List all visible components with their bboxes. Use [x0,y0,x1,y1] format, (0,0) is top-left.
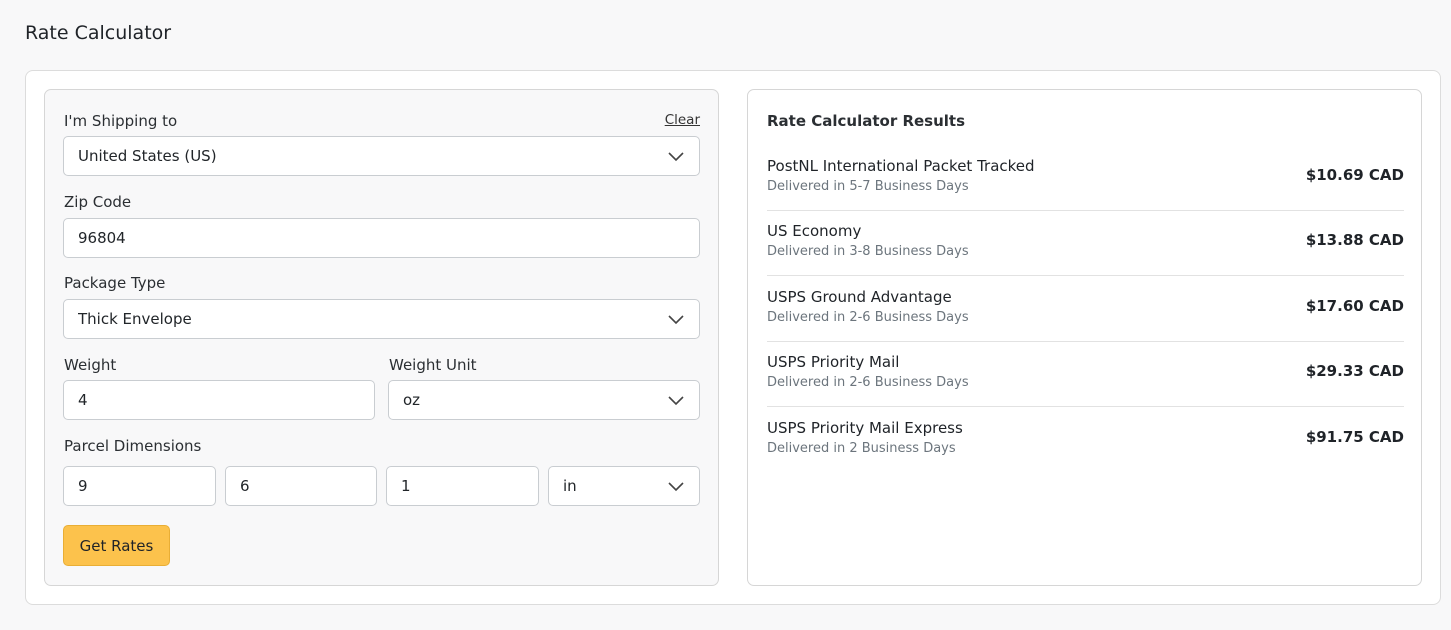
results-panel: Rate Calculator Results PostNL Internati… [747,89,1422,586]
weight-input-value: 4 [78,391,88,409]
clear-link[interactable]: Clear [665,112,700,128]
chevron-down-icon [668,315,684,325]
chevron-down-icon [668,482,684,492]
rate-price: $17.60 CAD [1305,297,1404,315]
country-select-value: United States (US) [78,147,217,165]
rate-form: I'm Shipping to Clear United States (US)… [44,89,719,586]
height-input-value: 1 [401,477,411,495]
get-rates-button[interactable]: Get Rates [63,525,170,566]
package-type-label: Package Type [64,274,166,292]
rate-row: USPS Priority Mail Express Delivered in … [767,408,1404,473]
rate-name: US Economy [767,222,862,240]
height-input[interactable]: 1 [386,466,539,506]
chevron-down-icon [668,152,684,162]
rate-delivery: Delivered in 2-6 Business Days [767,310,969,325]
zip-label: Zip Code [64,193,132,211]
rate-delivery: Delivered in 2 Business Days [767,441,956,456]
rate-price: $91.75 CAD [1305,428,1404,446]
weight-unit-value: oz [403,391,421,409]
results-title: Rate Calculator Results [767,112,966,130]
rate-row: US Economy Delivered in 3-8 Business Day… [767,211,1404,276]
rate-delivery: Delivered in 3-8 Business Days [767,244,969,259]
rate-name: USPS Priority Mail [767,353,900,371]
rate-price: $13.88 CAD [1305,231,1404,249]
country-select[interactable]: United States (US) [63,136,700,176]
weight-unit-select[interactable]: oz [388,380,700,420]
rate-delivery: Delivered in 5-7 Business Days [767,179,969,194]
package-type-value: Thick Envelope [78,310,192,328]
rate-name: USPS Ground Advantage [767,288,952,306]
weight-label: Weight [64,356,117,374]
length-input[interactable]: 9 [63,466,216,506]
zip-input-value: 96804 [78,229,126,247]
length-input-value: 9 [78,477,88,495]
rate-row: PostNL International Packet Tracked Deli… [767,146,1404,211]
rate-row: USPS Ground Advantage Delivered in 2-6 B… [767,277,1404,342]
rate-delivery: Delivered in 2-6 Business Days [767,375,969,390]
dimension-unit-select[interactable]: in [548,466,700,506]
chevron-down-icon [668,396,684,406]
package-type-select[interactable]: Thick Envelope [63,299,700,339]
width-input-value: 6 [240,477,250,495]
page-title: Rate Calculator [25,22,172,44]
rate-price: $10.69 CAD [1305,166,1404,184]
dimensions-label: Parcel Dimensions [64,437,202,455]
rate-name: USPS Priority Mail Express [767,419,963,437]
rate-price: $29.33 CAD [1305,362,1404,380]
dimension-unit-value: in [563,477,577,495]
shipping-to-label: I'm Shipping to [64,112,178,130]
rate-name: PostNL International Packet Tracked [767,157,1035,175]
width-input[interactable]: 6 [225,466,377,506]
zip-input[interactable]: 96804 [63,218,700,258]
weight-input[interactable]: 4 [63,380,375,420]
weight-unit-label: Weight Unit [389,356,477,374]
rate-row: USPS Priority Mail Delivered in 2-6 Busi… [767,342,1404,407]
